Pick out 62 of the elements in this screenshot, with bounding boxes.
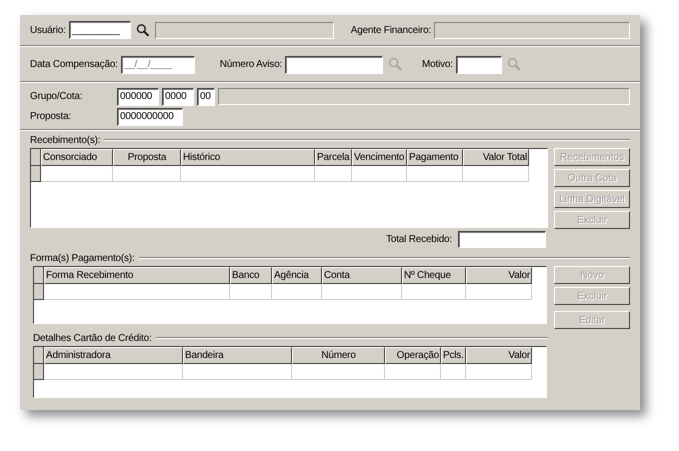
group-quota-label: Grupo/Cota: xyxy=(30,91,84,102)
agent-label: Agente Financeiro: xyxy=(350,24,432,36)
table-cell xyxy=(463,166,529,182)
user-field[interactable]: _________ xyxy=(68,21,131,39)
column-header[interactable]: Bandeira xyxy=(183,347,292,364)
reason-field[interactable] xyxy=(456,56,502,74)
digit-field[interactable]: 00 xyxy=(197,88,215,106)
compensation-date-label: Data Compensação: xyxy=(30,59,118,70)
column-header[interactable]: Conta xyxy=(322,267,402,284)
table-cell xyxy=(441,364,466,380)
total-received-field[interactable] xyxy=(458,231,546,248)
proposal-field[interactable]: 0000000000 xyxy=(117,108,183,126)
column-header[interactable]: Valor xyxy=(466,267,532,284)
proposal-label: Proposta: xyxy=(30,111,72,122)
column-header[interactable]: Valor xyxy=(466,347,532,364)
table-cell xyxy=(352,166,407,182)
column-header[interactable]: Administradora xyxy=(44,347,183,364)
notice-number-field[interactable] xyxy=(285,56,384,74)
table-cell xyxy=(113,166,181,182)
table-cell xyxy=(315,166,352,182)
table-cell xyxy=(466,364,532,380)
column-header[interactable]: Forma Recebimento xyxy=(44,267,230,284)
compensation-date-field[interactable]: __/__/____ xyxy=(120,56,195,74)
user-label: Usuário: xyxy=(30,24,66,36)
column-header[interactable]: Histórico xyxy=(181,149,315,166)
section-title: Recebimento(s): xyxy=(30,134,100,146)
column-header[interactable]: Pcls. xyxy=(441,347,466,364)
column-header[interactable]: Consorciado xyxy=(41,149,113,166)
reason-label: Motivo: xyxy=(422,59,453,70)
column-header[interactable]: Pagamento xyxy=(407,149,463,166)
card-details-table[interactable]: Administradora Bandeira Número Operação Pcls. Valor xyxy=(33,346,547,398)
payments-table[interactable]: Forma Recebimento Banco Agência Conta Nº Cheque Valor xyxy=(33,266,547,324)
total-received-label: Total Recebido: xyxy=(386,234,452,245)
column-header[interactable]: Agência xyxy=(272,267,322,284)
row-selector[interactable] xyxy=(31,166,41,182)
receipts-table[interactable]: Consorciado Proposta Histórico Parcela Vencimento Pagamento Valor Total xyxy=(30,148,548,228)
column-header[interactable]: Banco xyxy=(230,267,272,284)
column-header[interactable]: Parcela xyxy=(315,149,352,166)
row-selector[interactable] xyxy=(34,284,44,300)
table-cell xyxy=(402,284,466,300)
section-title: Forma(s) Pagamento(s): xyxy=(30,252,135,264)
table-cell xyxy=(272,284,322,300)
section-title: Detalhes Cartão de Crédito: xyxy=(33,332,152,344)
table-cell xyxy=(41,166,113,182)
corner-cell xyxy=(31,149,41,166)
column-header[interactable]: Nº Cheque xyxy=(402,267,466,284)
table-cell xyxy=(230,284,272,300)
corner-cell xyxy=(34,267,44,284)
column-header[interactable]: Operação xyxy=(385,347,441,364)
group-field[interactable]: 000000 xyxy=(117,88,159,106)
column-header[interactable]: Valor Total xyxy=(463,149,529,166)
table-cell xyxy=(466,284,532,300)
row-selector[interactable] xyxy=(34,364,44,380)
column-header[interactable]: Vencimento xyxy=(352,149,407,166)
search-icon[interactable] xyxy=(136,22,150,38)
quota-field[interactable]: 0000 xyxy=(162,88,194,106)
corner-cell xyxy=(34,347,44,364)
column-header[interactable]: Proposta xyxy=(113,149,181,166)
column-header[interactable]: Número xyxy=(292,347,385,364)
table-cell xyxy=(407,166,463,182)
table-cell xyxy=(385,364,441,380)
notice-number-label: Número Aviso: xyxy=(220,59,282,70)
